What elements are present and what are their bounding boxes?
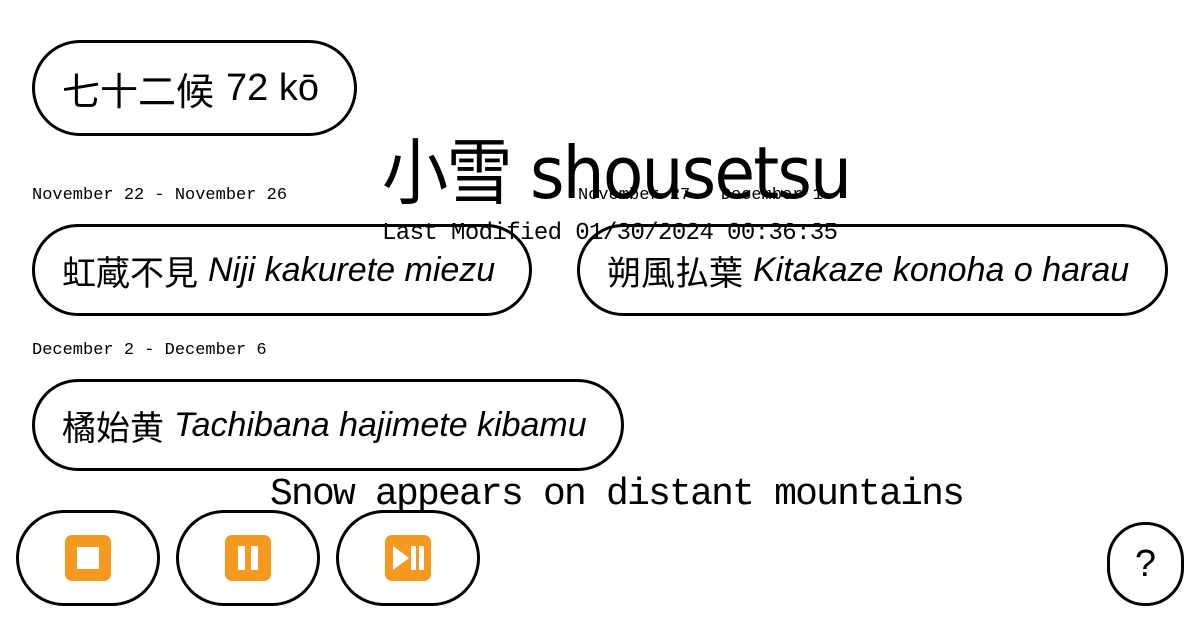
pause-icon	[225, 535, 271, 581]
season-title: 小雪 shousetsu	[382, 131, 852, 215]
ko-1-dates: November 22 - November 26	[32, 186, 288, 205]
last-modified-timestamp: Last Modified 01/30/2024 00:36:35	[382, 220, 838, 247]
stop-button[interactable]	[16, 510, 160, 606]
ko-kanji: 虹蔵不見	[62, 253, 198, 294]
ko-kanji: 朔風払葉	[607, 253, 743, 294]
ko-card[interactable]: 橘始黄 Tachibana hajimete kibamu	[32, 379, 624, 471]
header-label: 72 kō	[226, 66, 319, 109]
ko-romaji: Kitakaze konoha o harau	[753, 250, 1130, 289]
header-kanji: 七十二候	[62, 69, 215, 114]
stop-icon	[65, 535, 111, 581]
seventy-two-ko-header: 七十二候 72 kō	[32, 40, 357, 136]
ko-romaji: Niji kakurete miezu	[208, 250, 496, 289]
ko-3-dates: December 2 - December 6	[32, 341, 267, 360]
ko-kanji: 橘始黄	[62, 408, 164, 449]
help-button[interactable]: ?	[1107, 522, 1184, 606]
play-pause-button[interactable]	[336, 510, 480, 606]
pause-button[interactable]	[176, 510, 320, 606]
play-pause-icon	[385, 535, 431, 581]
ko-romaji: Tachibana hajimete kibamu	[174, 405, 587, 444]
